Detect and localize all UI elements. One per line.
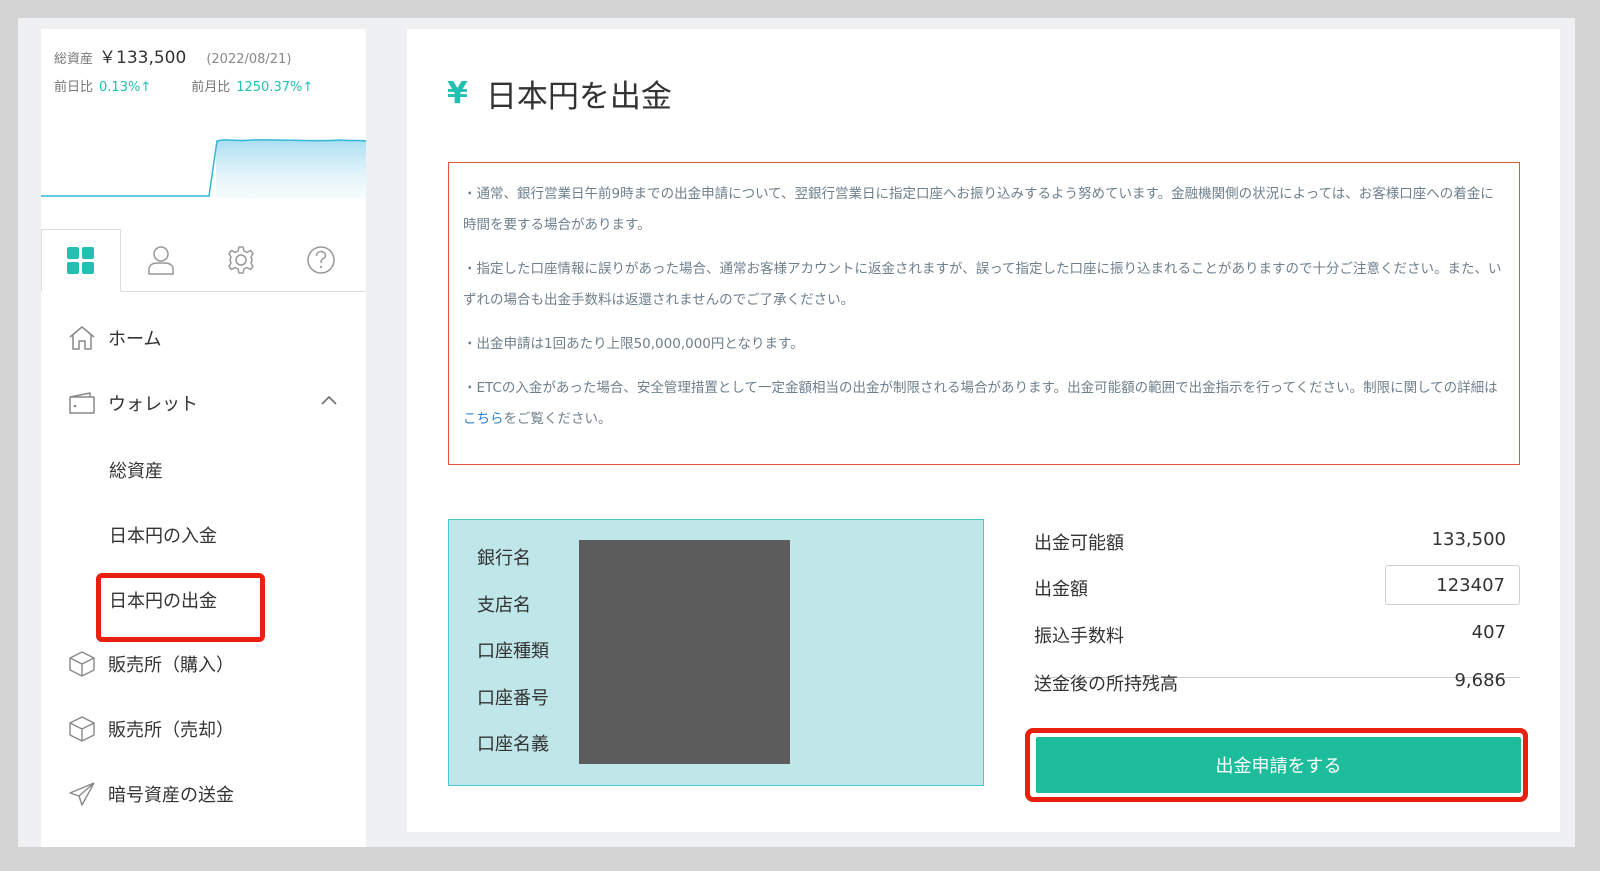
page-title-text: 日本円を出金 <box>485 79 672 115</box>
tab-help[interactable] <box>281 229 361 291</box>
page-title: ¥ 日本円を出金 <box>447 71 672 116</box>
fee-value: 407 <box>1471 622 1506 643</box>
main-panel: ¥ 日本円を出金 ・通常、銀行営業日午前9時までの出金申請について、翌銀行営業日… <box>407 29 1560 832</box>
amount-row: 出金額 <box>1034 565 1520 605</box>
day-change-pct: 0.13%↑ <box>99 80 152 95</box>
sidebar-subitem-jpy-deposit[interactable]: 日本円の入金 <box>109 522 217 548</box>
amount-label: 出金額 <box>1034 579 1088 600</box>
gear-icon <box>228 246 254 274</box>
sidebar-item-crypto-send[interactable]: 暗号資産の送金 <box>66 779 234 809</box>
day-change-label: 前日比 <box>54 80 94 95</box>
yen-icon: ¥ <box>447 76 468 111</box>
withdraw-amount-input[interactable] <box>1385 565 1520 605</box>
notice-text: ・ETCの入金があった場合、安全管理措置として一定金額相当の出金が制限される場合… <box>463 380 1498 396</box>
notice-paragraph-1: ・通常、銀行営業日午前9時までの出金申請について、翌銀行営業日に指定口座へお振り… <box>463 186 1494 233</box>
bank-name-label: 銀行名 <box>477 548 531 569</box>
month-change-pct: 1250.37%↑ <box>236 80 314 95</box>
account-number-label: 口座番号 <box>477 688 549 709</box>
sidebar-item-label: 暗号資産の送金 <box>108 785 234 806</box>
paper-plane-icon <box>66 779 98 809</box>
wallet-icon <box>66 388 98 418</box>
sidebar-item-label: ホーム <box>108 329 162 350</box>
sidebar-icon-tabs <box>41 229 366 292</box>
chevron-up-icon[interactable] <box>321 395 337 405</box>
user-icon <box>148 246 174 275</box>
asset-summary: 総資産 ￥133,500 (2022/08/21) <box>54 43 291 68</box>
sidebar-item-buy[interactable]: 販売所（購入） <box>66 649 234 679</box>
sidebar: 総資産 ￥133,500 (2022/08/21) 前日比 0.13%↑ 前月比 1250… <box>41 29 366 847</box>
notice-paragraph-4: ・ETCの入金があった場合、安全管理措置として一定金額相当の出金が制限される場合… <box>463 373 1505 435</box>
redacted-bank-details <box>579 540 790 764</box>
account-holder-label: 口座名義 <box>477 734 549 755</box>
balance-label: 送金後の所持残高 <box>1034 674 1178 695</box>
sidebar-item-wallet[interactable]: ウォレット <box>66 388 198 418</box>
sidebar-item-label: ウォレット <box>108 394 198 415</box>
submit-withdraw-button[interactable]: 出金申請をする <box>1036 737 1521 793</box>
account-type-label: 口座種類 <box>477 641 549 662</box>
sidebar-item-label: 販売所（購入） <box>108 655 234 676</box>
available-label: 出金可能額 <box>1034 533 1124 554</box>
sidebar-item-label: 販売所（売却） <box>108 720 234 741</box>
notice-box: ・通常、銀行営業日午前9時までの出金申請について、翌銀行営業日に指定口座へお振り… <box>448 162 1520 465</box>
help-icon <box>307 246 335 274</box>
tab-dashboard[interactable] <box>41 229 121 292</box>
total-assets-label: 総資産 <box>54 52 94 67</box>
details-link[interactable]: こちら <box>463 411 504 427</box>
cube-icon <box>66 649 98 679</box>
notice-paragraph-2: ・指定した口座情報に誤りがあった場合、通常お客様アカウントに返金されますが、誤っ… <box>463 261 1502 308</box>
available-row: 出金可能額 133,500 <box>1034 519 1520 559</box>
sidebar-item-sell[interactable]: 販売所（売却） <box>66 714 234 744</box>
highlight-jpy-withdraw <box>96 573 265 642</box>
balance-value: 9,686 <box>1454 670 1506 691</box>
asset-change: 前日比 0.13%↑ 前月比 1250.37%↑ <box>54 76 313 95</box>
total-assets-amount: ￥133,500 <box>99 48 187 68</box>
fee-label: 振込手数料 <box>1034 626 1124 647</box>
bank-account-box: 銀行名 支店名 口座種類 口座番号 口座名義 <box>448 519 984 786</box>
notice-paragraph-3: ・出金申請は1回あたり上限50,000,000円となります。 <box>463 336 804 352</box>
summary-date: (2022/08/21) <box>206 52 292 67</box>
dashboard-grid-icon <box>67 246 94 274</box>
fee-row: 振込手数料 407 <box>1034 612 1520 652</box>
cube-icon <box>66 714 98 744</box>
tab-profile[interactable] <box>121 229 201 291</box>
asset-mini-chart <box>41 139 366 199</box>
notice-text: をご覧ください。 <box>503 411 612 427</box>
sidebar-subitem-total-assets[interactable]: 総資産 <box>109 457 163 483</box>
available-value: 133,500 <box>1431 529 1506 550</box>
balance-row: 送金後の所持残高 9,686 <box>1034 660 1520 700</box>
branch-name-label: 支店名 <box>477 595 531 616</box>
tab-settings[interactable] <box>201 229 281 291</box>
sidebar-item-home[interactable]: ホーム <box>66 323 161 353</box>
home-icon <box>66 323 98 353</box>
month-change-label: 前月比 <box>191 80 231 95</box>
